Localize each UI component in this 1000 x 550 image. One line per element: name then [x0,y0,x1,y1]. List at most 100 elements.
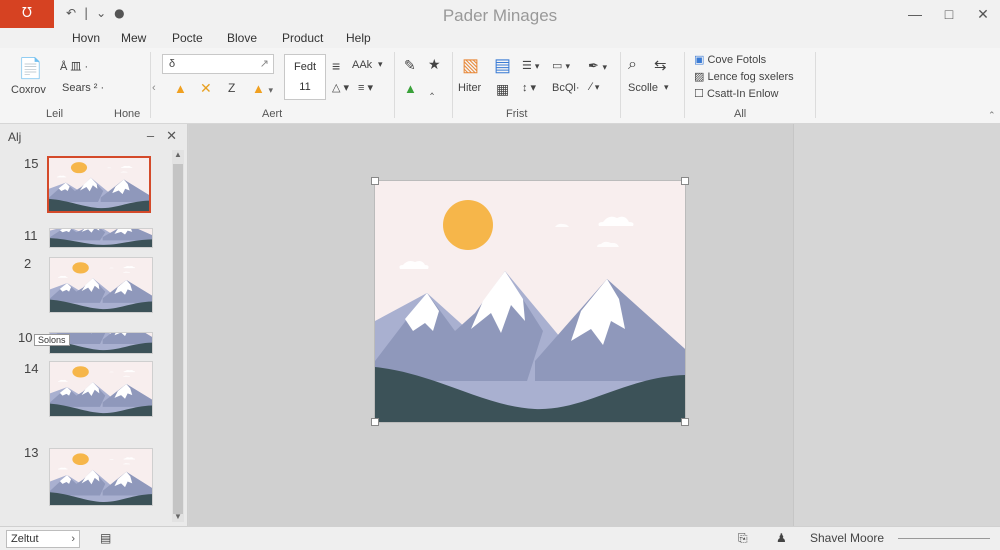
minimize-panel-icon[interactable]: – [147,128,154,144]
chevron-down-icon[interactable]: ▾ [664,82,669,93]
sort-button[interactable]: ↕ ▾ [522,81,536,94]
tab-hovn[interactable]: Hovn [72,31,100,45]
mountain-thumbnail [50,258,152,312]
clear-format-icon[interactable]: ✕ [200,80,212,97]
table-icon[interactable]: ▦ [496,81,509,98]
slides-button[interactable]: Sears ² · [62,82,104,94]
highlight-triangle-icon[interactable]: ▲ ▾ [252,81,273,96]
mountain-thumbnail [50,362,152,416]
arrange-icon[interactable]: ▤ [494,55,511,76]
line-icon[interactable]: ∕ ▾ [590,81,599,93]
group-label-aert: Aert [262,108,283,120]
mountain-thumbnail [50,449,152,505]
resize-handle[interactable] [681,418,689,426]
ribbon-separator [150,52,151,118]
group-label-leil: Leil [46,108,64,120]
font-size-label: Fedt [293,61,316,73]
slide-thumbnail[interactable] [49,361,153,417]
slide-thumbnail[interactable] [49,228,153,248]
change-case-button[interactable]: AAk [352,59,372,71]
resize-handle[interactable] [371,418,379,426]
paste-button-label[interactable]: Coxrov [11,84,46,96]
tab-pocte[interactable]: Pocte [172,31,203,45]
tab-mew[interactable]: Mew [121,31,146,45]
align-icon[interactable]: ≡ [332,58,340,74]
cove-fotols-label: Cove Fotols [707,54,767,66]
slide-thumbnail[interactable] [49,257,153,313]
window-icon: ▣ [694,53,705,66]
zoom-slider[interactable] [898,538,990,539]
slide-number: 15 [24,156,39,171]
slide-thumbnail[interactable] [47,156,151,213]
warning-triangle-icon[interactable]: ▲ [174,81,187,96]
ribbon-separator [684,52,685,118]
chevron-right-icon[interactable]: › [71,533,75,545]
collapse-ribbon-icon[interactable]: ⌃ [988,110,996,121]
replace-icon[interactable]: ⇆ [654,56,667,74]
zoom-select[interactable]: Zeltut › [6,530,80,548]
list-icon[interactable]: ☰ ▾ [522,59,539,72]
slide-number: 11 [24,228,38,243]
scroll-up-icon[interactable]: ▲ [174,150,182,159]
slide-number: 13 [24,445,39,460]
slide-thumbnail[interactable] [49,448,153,506]
pen-icon[interactable]: ✎ [404,57,416,74]
chevron-down-icon[interactable]: ▾ [378,59,383,70]
ribbon-separator [815,52,816,118]
slide-view-icon[interactable]: ▤ [100,531,111,545]
lence-fog-button[interactable]: ▨ Lence fog sxelers [694,70,794,83]
user-name: Shavel Moore [810,531,885,545]
star-icon[interactable]: ★ [428,56,441,73]
menu-bar: Hovn Mew Pocte Blove Product Help [0,28,1000,48]
ribbon-separator [394,52,395,118]
format-button[interactable]: Å ⽫ · [60,58,88,74]
hiter-button-label[interactable]: Hiter [458,82,481,94]
user-icon[interactable]: ♟ [776,531,787,545]
shadow-button[interactable]: ≡ ▾ [358,81,373,94]
shapes-icon[interactable]: ▧ [462,55,479,76]
lence-fog-label: Lence fog sxelers [707,71,794,83]
status-bar: Zeltut › ▤ ⎘ ♟ Shavel Moore [0,526,1000,550]
bcol-button[interactable]: BcQl· [552,82,580,94]
window-controls: — □ ✕ [898,0,1000,28]
font-size-input[interactable]: Fedt 11 [284,54,326,100]
caret-up-icon[interactable]: ‸ [430,81,434,95]
scroll-down-icon[interactable]: ▼ [174,512,182,521]
font-name-input[interactable]: δ ↗ [162,54,274,74]
zoom-select-value: Zeltut [11,533,39,545]
resize-handle[interactable] [371,177,379,185]
picture-icon[interactable]: ▭ ▾ [552,59,570,72]
edit-icon[interactable]: ↗ [260,57,269,70]
font-size-value: 11 [299,81,311,93]
resize-handle[interactable] [681,177,689,185]
notes-icon[interactable]: ⎘ [738,531,748,546]
fill-triangle-icon[interactable]: ▲ [404,81,417,96]
image-icon: ▨ [694,70,705,83]
cove-fotols-button[interactable]: ▣ Cove Fotols [694,53,766,66]
slide-tooltip: Solons [34,334,70,346]
minimize-icon[interactable]: — [898,0,932,28]
ribbon-separator [620,52,621,118]
mountain-thumbnail [49,158,149,211]
grow-font-button[interactable]: △ ▾ [332,81,349,94]
search-icon[interactable]: ⌕ [628,56,637,74]
csatt-in-button[interactable]: ☐ Csatt-In Enlow [694,87,778,100]
close-panel-icon[interactable]: ✕ [166,128,177,144]
font-name-value: δ [169,58,176,70]
ribbon: 📄 Coxrov Å ⽫ · Sears ² · ‹ δ ↗ ▲ ✕ Z ▲ ▾… [0,48,1000,124]
brush-icon[interactable]: ✒ ▾ [588,58,607,74]
panel-controls: – ✕ [147,128,177,144]
tab-blove[interactable]: Blove [227,31,257,45]
right-pane [793,124,1000,526]
maximize-icon[interactable]: □ [932,0,966,28]
paste-icon[interactable]: 📄 [18,56,43,81]
main-slide[interactable] [375,181,685,422]
close-icon[interactable]: ✕ [966,0,1000,28]
scolle-button-label[interactable]: Scolle [628,82,658,94]
tab-help[interactable]: Help [346,31,371,45]
scrollbar[interactable]: ▲ ▼ [172,150,184,522]
z-icon[interactable]: Z [228,81,235,95]
scrollbar-thumb[interactable] [173,164,183,514]
chevron-left-icon[interactable]: ‹ [152,82,156,94]
tab-product[interactable]: Product [282,31,323,45]
